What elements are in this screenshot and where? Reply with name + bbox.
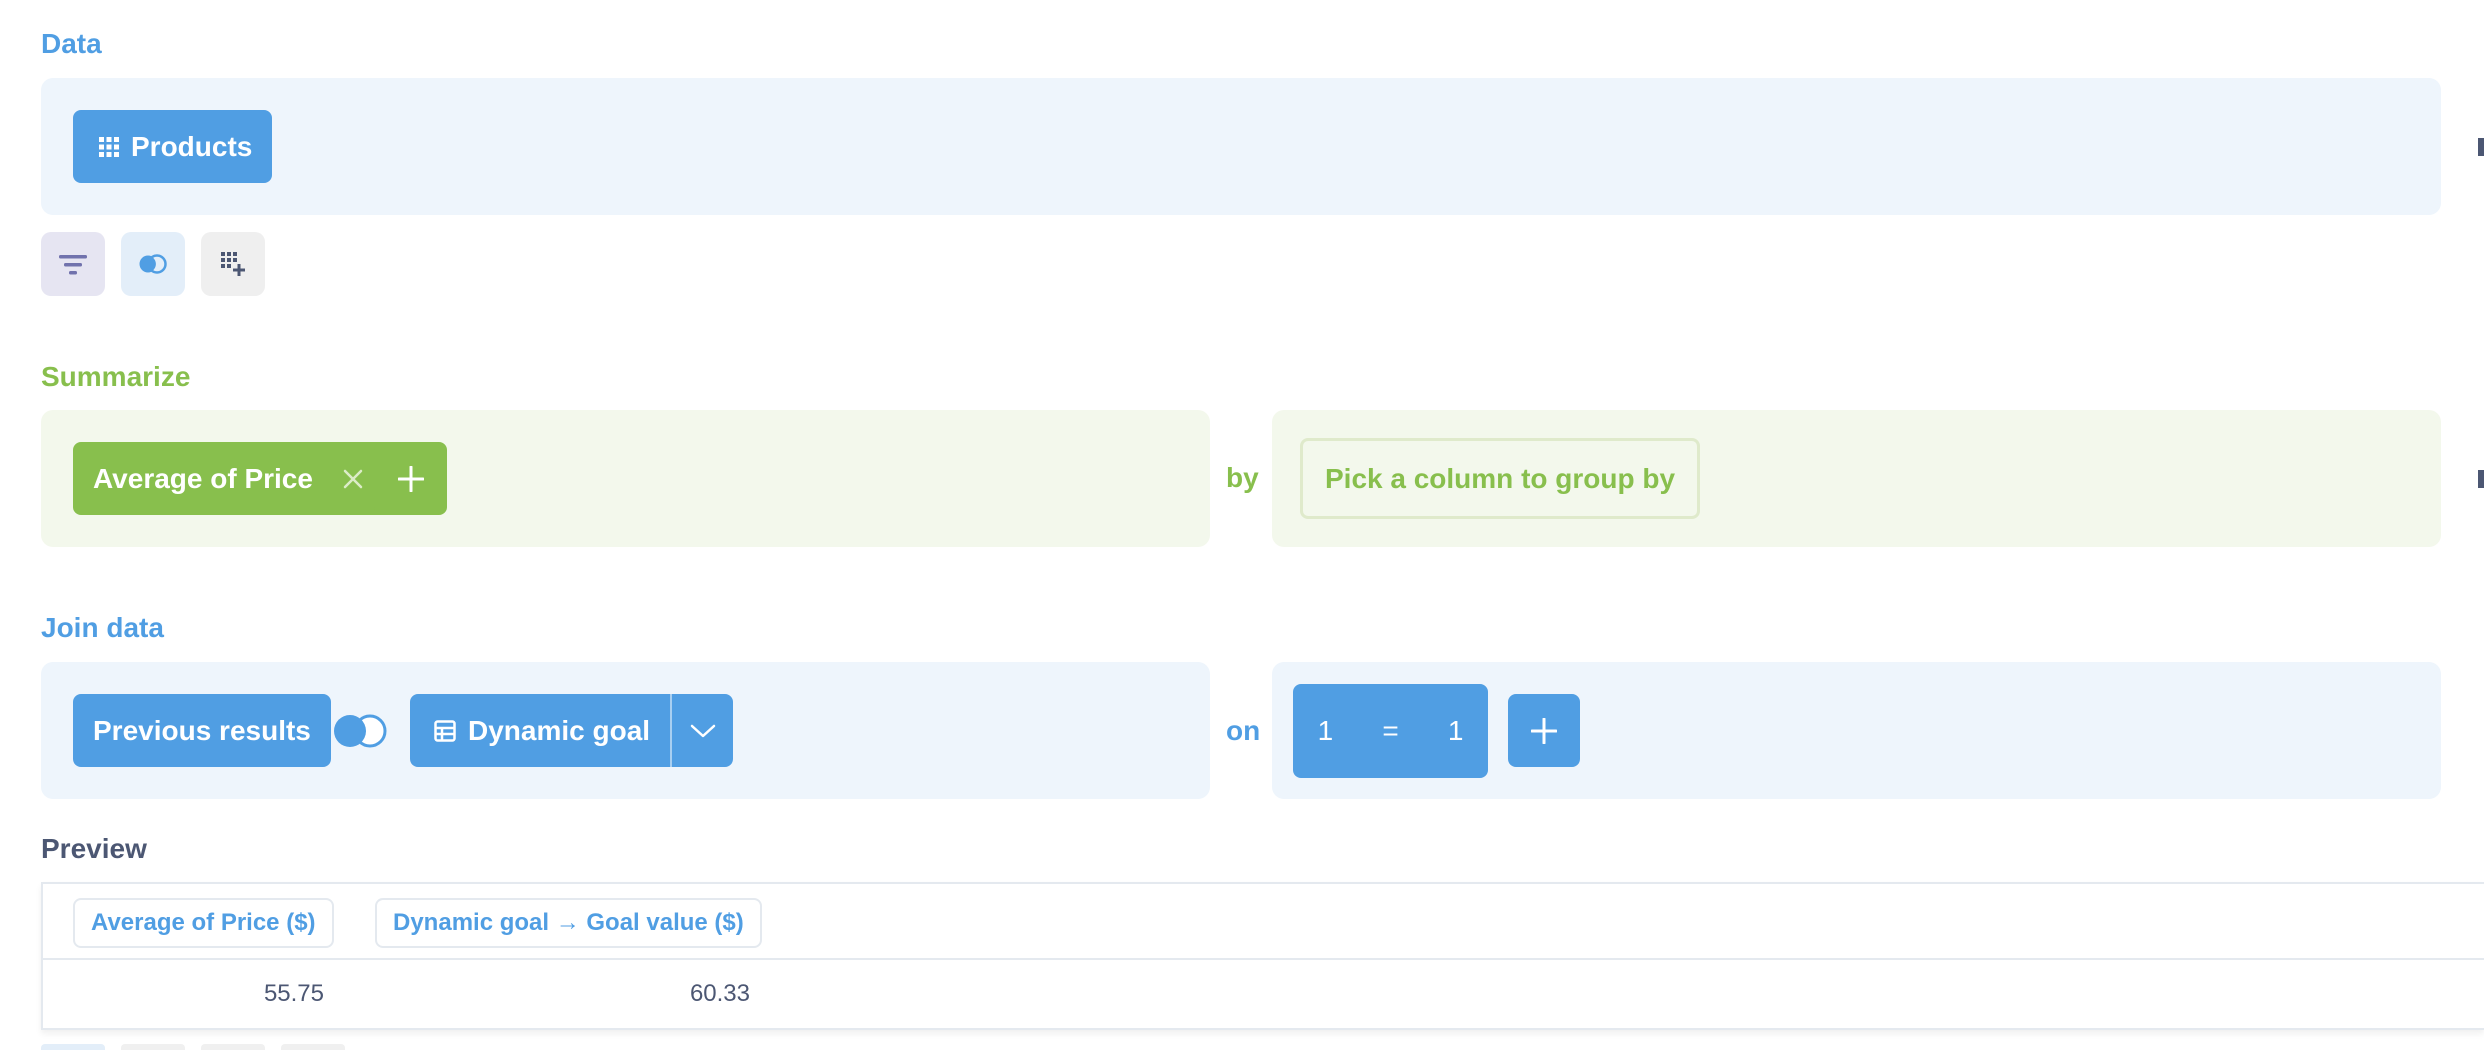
join-condition-operator[interactable]: = (1382, 715, 1398, 747)
preview-section-label: Preview (41, 833, 147, 864)
add-column-icon (221, 252, 245, 276)
join-condition-lhs[interactable]: 1 (1318, 715, 1334, 747)
close-icon[interactable] (343, 469, 363, 489)
group-by-placeholder: Pick a column to group by (1325, 462, 1676, 494)
add-metric-button[interactable] (374, 442, 447, 515)
metric-average-of-price[interactable]: Average of Price (73, 442, 389, 515)
join-icon (139, 254, 167, 274)
table-cell: 60.33 (689, 980, 750, 1007)
source-table-button[interactable]: Products (73, 110, 273, 183)
source-table-label: Products (131, 130, 253, 162)
join-on-connector: on (1226, 715, 1261, 746)
column-header[interactable]: Dynamic goal → Goal value ($) (375, 898, 762, 948)
step-preview-toggle[interactable] (2478, 138, 2484, 156)
table-cell: 55.75 (263, 980, 324, 1007)
join-right-table[interactable]: Dynamic goal (410, 694, 733, 767)
join-button[interactable] (121, 232, 185, 296)
group-by-connector: by (1226, 462, 1259, 493)
join-right-table-picker[interactable]: Dynamic goal (410, 694, 670, 767)
join-right-dropdown[interactable] (672, 694, 733, 767)
grid-icon (99, 136, 119, 157)
join-right-label: Dynamic goal (468, 714, 651, 746)
next-step-button[interactable] (281, 1044, 345, 1050)
filter-icon (59, 255, 87, 275)
data-section-label: Data (41, 28, 102, 59)
custom-column-button[interactable] (201, 232, 265, 296)
next-step-button[interactable] (121, 1044, 185, 1050)
chevron-down-icon (690, 724, 715, 737)
header-divider (43, 958, 2484, 960)
data-step-panel (41, 78, 2441, 215)
join-section-label: Join data (41, 612, 164, 643)
plus-icon (397, 465, 424, 492)
summarize-section-label: Summarize (41, 361, 191, 392)
join-left-table: Previous results (73, 694, 331, 767)
preview-table: Average of Price ($) Dynamic goal → Goal… (41, 882, 2484, 1030)
filter-button[interactable] (41, 232, 105, 296)
join-type-button[interactable] (330, 713, 392, 749)
join-condition-rhs[interactable]: 1 (1448, 715, 1464, 747)
add-join-condition-button[interactable] (1508, 694, 1580, 767)
join-condition[interactable]: 1 = 1 (1293, 684, 1488, 778)
next-step-button[interactable] (201, 1044, 265, 1050)
left-join-icon (334, 714, 387, 748)
column-header[interactable]: Average of Price ($) (73, 898, 334, 948)
plus-icon (1531, 717, 1557, 744)
next-step-button[interactable] (41, 1044, 105, 1050)
group-by-picker[interactable]: Pick a column to group by (1300, 438, 1701, 519)
join-left-label: Previous results (93, 714, 311, 746)
summarize-preview-toggle[interactable] (2478, 470, 2484, 488)
metric-label: Average of Price (93, 462, 313, 494)
table-icon (434, 719, 456, 742)
